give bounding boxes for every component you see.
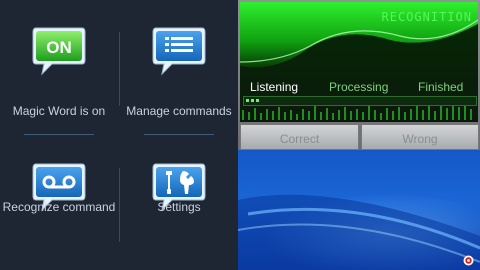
manage-commands-label: Manage commands bbox=[126, 104, 232, 118]
on-badge-text: ON bbox=[46, 38, 72, 57]
magic-word-label: Magic Word is on bbox=[12, 104, 106, 118]
divider-horizontal-left bbox=[24, 134, 94, 135]
divider-vertical-bottom bbox=[119, 168, 120, 242]
settings-tile[interactable]: Settings bbox=[120, 124, 238, 244]
magic-word-tile[interactable]: ON Magic Word is on bbox=[0, 8, 118, 128]
recognize-command-label: Recognize command bbox=[2, 200, 116, 214]
tray-status-icon[interactable] bbox=[463, 255, 474, 266]
state-listening: Listening bbox=[250, 80, 299, 94]
audio-level-fill bbox=[246, 99, 260, 102]
wrong-button[interactable]: Wrong bbox=[361, 124, 479, 150]
manage-commands-tile[interactable]: Manage commands bbox=[120, 8, 238, 128]
correct-button[interactable]: Correct bbox=[240, 124, 359, 150]
on-badge-icon: ON bbox=[32, 27, 86, 76]
state-processing: Processing bbox=[329, 80, 389, 94]
audio-level-meter bbox=[243, 96, 477, 106]
divider-vertical-top bbox=[119, 32, 120, 106]
settings-label: Settings bbox=[157, 200, 201, 214]
recognize-command-tile[interactable]: Recognize command bbox=[0, 124, 118, 244]
list-icon bbox=[152, 27, 206, 76]
recognition-title: RECOGNITION bbox=[381, 10, 472, 24]
state-finished: Finished bbox=[418, 80, 464, 94]
command-menu: ON Magic Word is on Manage commands Reco… bbox=[0, 0, 238, 270]
recognition-display: RECOGNITION Listening Processing Finishe… bbox=[240, 2, 478, 122]
divider-horizontal-right bbox=[144, 134, 214, 135]
